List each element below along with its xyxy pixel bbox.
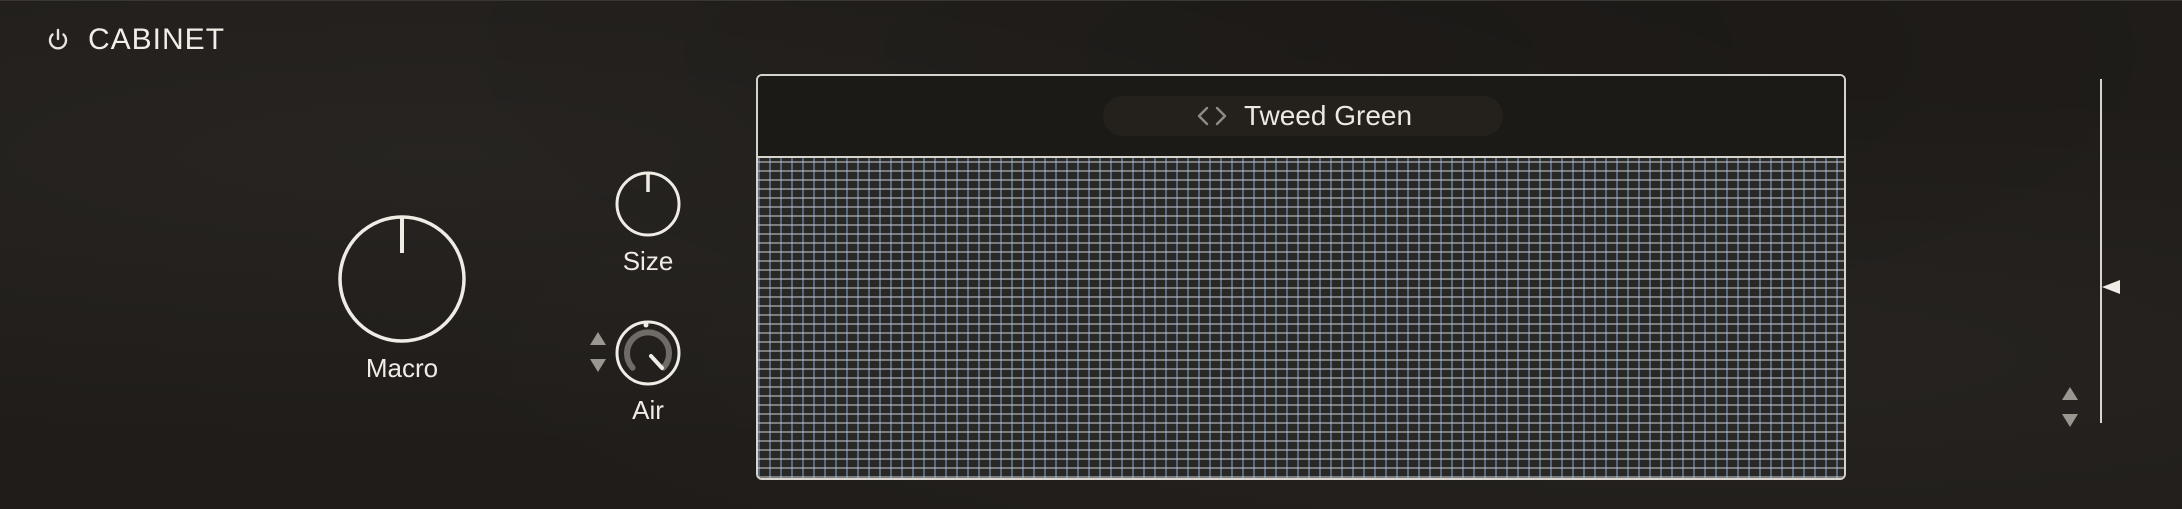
air-up-arrow-icon[interactable] (588, 329, 608, 349)
level-up-arrow-icon[interactable] (2060, 384, 2080, 404)
panel-header: CABINET (44, 23, 225, 57)
speaker-grille (758, 158, 1844, 478)
air-stepper (588, 329, 608, 377)
macro-control: Macro (336, 213, 468, 384)
size-knob[interactable] (614, 170, 682, 238)
level-stepper (2060, 384, 2080, 432)
cabinet-header: Tweed Green (758, 76, 1844, 158)
power-icon[interactable] (44, 26, 72, 54)
macro-label: Macro (365, 353, 439, 383)
level-down-arrow-icon[interactable] (2060, 410, 2080, 430)
panel-title: CABINET (88, 23, 226, 56)
chevron-left-right-icon[interactable] (1194, 105, 1230, 127)
level-track[interactable] (2100, 79, 2102, 423)
air-knob[interactable] (614, 319, 682, 387)
cabinet-display: Tweed Green (756, 74, 1846, 480)
size-control: Size (614, 170, 682, 277)
level-marker-icon[interactable] (2100, 277, 2122, 297)
macro-knob[interactable] (336, 213, 468, 345)
air-down-arrow-icon[interactable] (588, 355, 608, 375)
air-label: Air (632, 395, 664, 425)
air-control: Air (614, 319, 682, 426)
preset-selector[interactable]: Tweed Green (1103, 96, 1503, 136)
size-label: Size (622, 246, 674, 276)
preset-name: Tweed Green (1243, 100, 1413, 131)
cabinet-panel: CABINET Macro Size Air Tweed Green (0, 0, 2182, 509)
